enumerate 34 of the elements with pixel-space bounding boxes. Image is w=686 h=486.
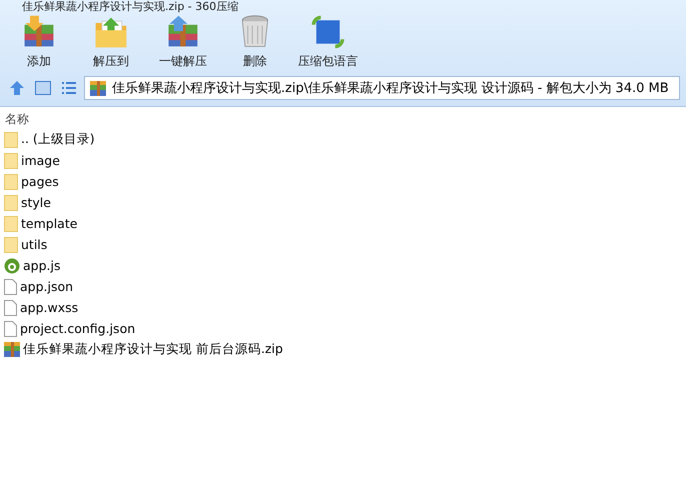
file-name[interactable]: template — [21, 216, 78, 231]
file-name[interactable]: 佳乐鲜果蔬小程序设计与实现 前后台源码.zip — [23, 341, 283, 358]
file-name[interactable]: app.wxss — [20, 300, 78, 315]
toolbar-button[interactable]: 添加 — [10, 14, 68, 70]
folder-icon — [4, 152, 18, 168]
file-name[interactable]: .. (上级目录) — [21, 131, 95, 148]
file-name[interactable]: image — [21, 153, 60, 168]
file-name[interactable]: style — [21, 195, 51, 210]
folder-icon — [4, 194, 18, 210]
file-name[interactable]: pages — [21, 174, 59, 189]
thumbnail-view-icon[interactable] — [34, 79, 52, 97]
toolbar-button[interactable]: 解压到 — [82, 14, 140, 70]
file-name[interactable]: project.config.json — [20, 321, 136, 336]
toolbar-button[interactable]: 删除 — [226, 14, 284, 70]
archive-icon — [4, 342, 20, 357]
archive-icon — [90, 80, 106, 96]
script-file-icon — [4, 258, 20, 274]
file-name[interactable]: app.js — [23, 258, 60, 273]
toolbar-button[interactable]: 压缩包语言 — [298, 14, 358, 70]
folder-icon — [4, 132, 18, 148]
file-name[interactable]: app.json — [20, 279, 74, 294]
list-view-icon[interactable] — [60, 79, 78, 97]
folder-icon — [4, 216, 18, 232]
file-icon — [4, 278, 17, 294]
file-icon — [4, 300, 17, 316]
column-header[interactable]: 名称 — [0, 107, 686, 129]
toolbar-button[interactable]: 一键解压 — [154, 14, 212, 70]
up-arrow-icon[interactable] — [8, 79, 26, 97]
address-field[interactable]: 佳乐鲜果蔬小程序设计与实现.zip\佳乐鲜果蔬小程序设计与实现 设计源码 - 解包大小为 34.0 MB — [84, 76, 680, 100]
window-title: 佳乐鲜果蔬小程序设计与实现.zip - 360压缩 — [21, 0, 240, 14]
folder-icon — [4, 174, 18, 190]
file-icon — [4, 320, 17, 336]
file-name[interactable]: utils — [21, 237, 48, 252]
folder-icon — [4, 236, 18, 252]
